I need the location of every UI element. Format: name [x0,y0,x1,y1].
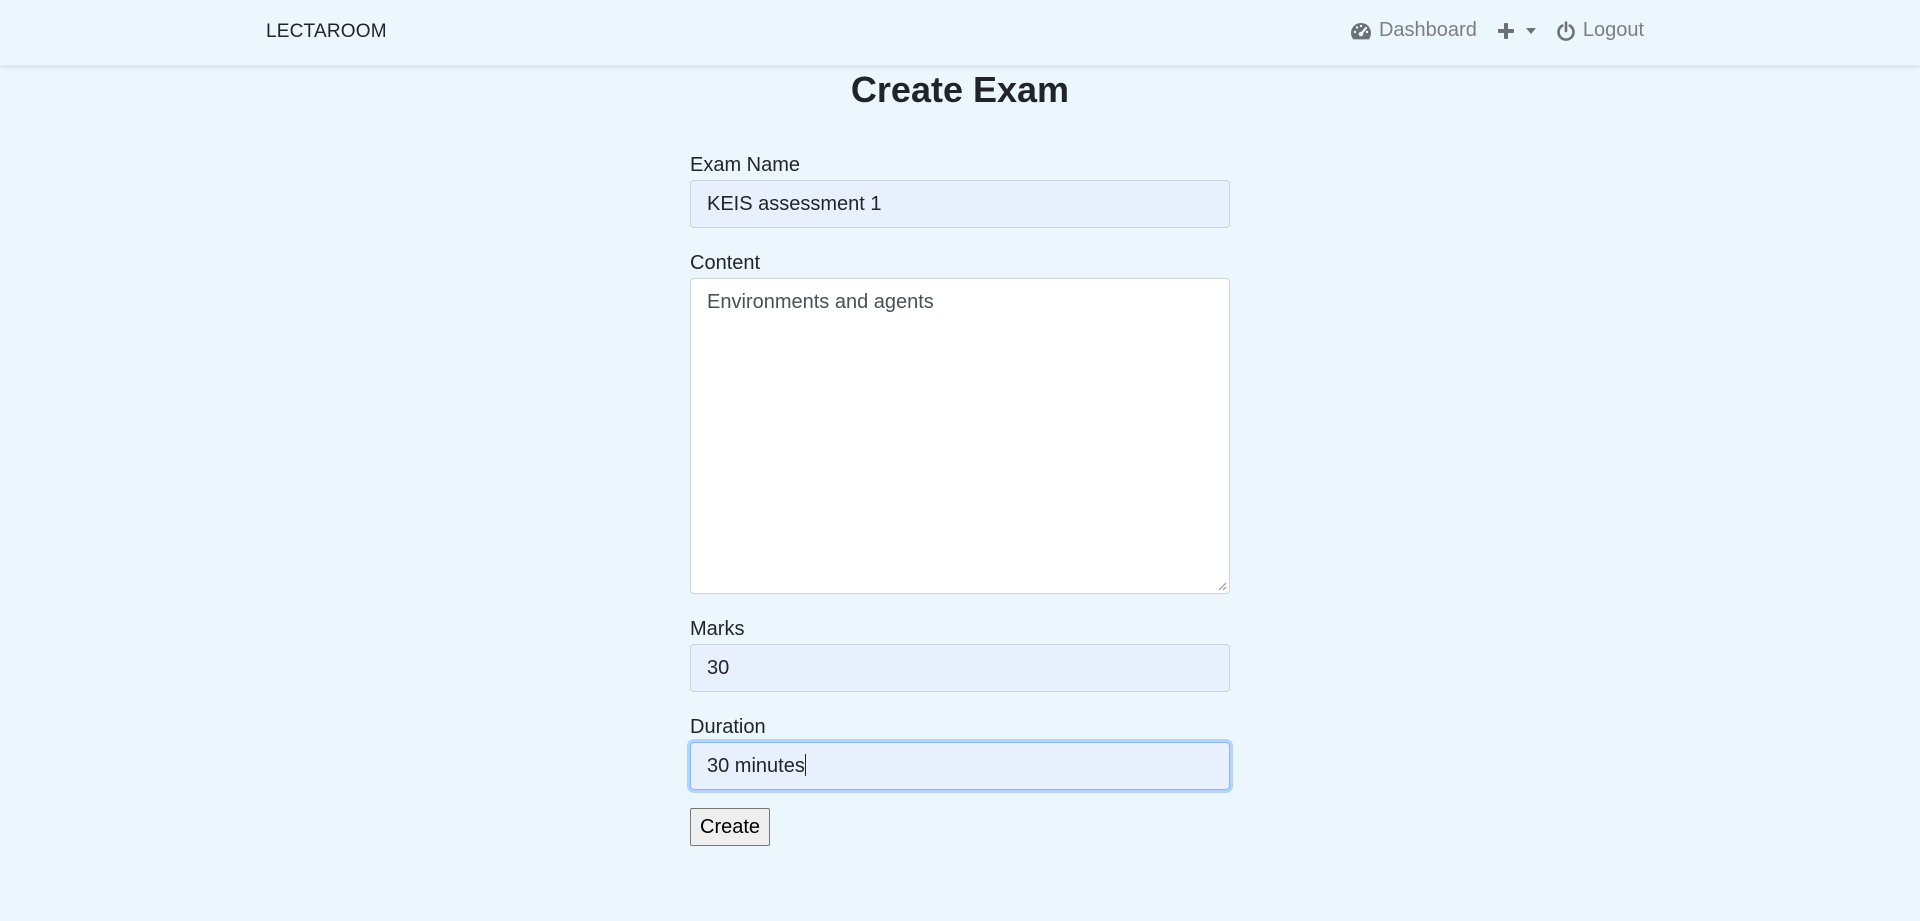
exam-name-input[interactable]: KEIS assessment 1 [690,180,1230,228]
dashboard-link[interactable]: Dashboard [1350,19,1477,42]
marks-group: Marks 30 [690,614,1230,692]
power-icon [1556,20,1576,41]
create-button[interactable]: Create [690,808,771,846]
page-title: Create Exam [850,69,1070,110]
caret-down-icon [1525,27,1536,34]
text-cursor [804,754,806,776]
dashboard-label: Dashboard [1378,19,1477,41]
nav-right: Dashboard Logout [1350,19,1644,42]
resize-grip-icon[interactable] [1217,581,1227,591]
plus-icon [1497,22,1515,40]
duration-value: 30 minutes [707,755,805,777]
logout-label: Logout [1582,19,1644,41]
content-group: Content Environments and agents [690,248,1230,594]
content-label: Content [690,252,761,274]
marks-label: Marks [690,618,745,640]
marks-input[interactable]: 30 [690,644,1230,692]
duration-group: Duration 30 minutes [690,712,1230,790]
duration-input[interactable]: 30 minutes [690,742,1230,790]
content-text: Environments and agents [707,291,934,313]
tachometer-icon [1350,21,1372,41]
brand-link[interactable]: LECTAROOM [266,21,387,43]
logout-link[interactable]: Logout [1556,19,1644,42]
add-dropdown-toggle[interactable] [1497,22,1536,40]
content-textarea[interactable]: Environments and agents [690,278,1230,594]
top-navbar: LECTAROOM Dashboard Logout [0,0,1920,66]
create-exam-form: Exam Name KEIS assessment 1 Content Envi… [690,150,1230,846]
exam-name-label: Exam Name [690,154,801,176]
duration-label: Duration [690,716,766,738]
exam-name-group: Exam Name KEIS assessment 1 [690,150,1230,228]
